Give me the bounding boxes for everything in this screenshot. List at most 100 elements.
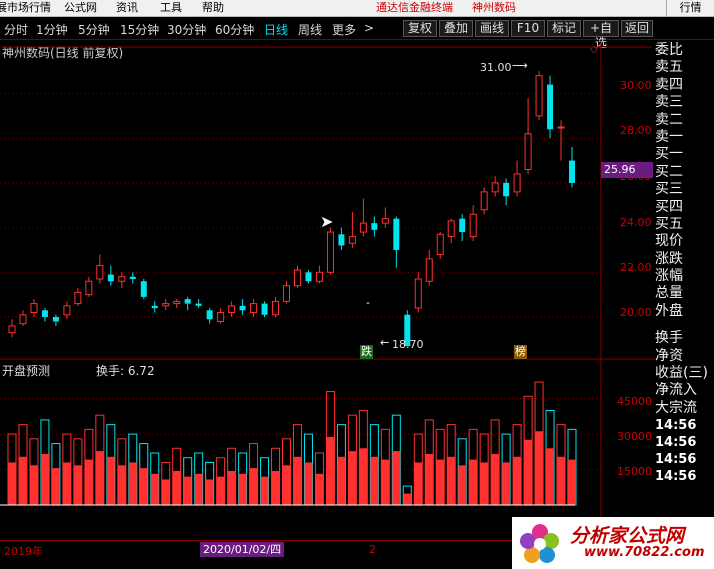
candle-body[interactable] [250,303,258,314]
volume-bar[interactable] [304,462,313,505]
candle-body[interactable] [96,265,104,280]
side-item-volume[interactable]: 总量 [655,285,714,302]
period-daily[interactable]: 日线 [264,21,288,38]
side-item-price[interactable]: 现价 [655,233,714,250]
candle-body[interactable] [195,303,202,306]
volume-bar[interactable] [535,431,544,505]
add-watchlist-button[interactable]: +自选 [583,20,619,50]
volume-bar[interactable] [425,453,434,505]
candle-body[interactable] [239,305,246,311]
volume-bar[interactable] [458,465,467,505]
candle-body[interactable] [425,258,433,282]
candle-body[interactable] [272,300,280,316]
menu-help[interactable]: 帮助 [202,1,224,15]
candle-body[interactable] [469,213,477,238]
volume-bar[interactable] [172,470,181,505]
candle-body[interactable] [381,218,389,224]
volume-bar[interactable] [51,468,60,505]
period-timeshare[interactable]: 分时 [4,21,28,38]
side-item-ask4[interactable]: 卖四 [655,77,714,94]
volume-bar[interactable] [513,456,522,505]
candle-body[interactable] [436,233,444,255]
volume-bar[interactable] [271,470,280,505]
drop-marker[interactable]: 跌 [360,345,373,359]
volume-bar[interactable] [337,456,346,505]
candle-body[interactable] [459,218,466,233]
quote-button[interactable]: 行情 [666,0,714,17]
side-item-bid3[interactable]: 买三 [655,181,714,198]
candle-body[interactable] [480,191,488,211]
volume-bar[interactable] [40,453,49,505]
f10-button[interactable]: F10 [511,20,545,37]
candle-body[interactable] [151,305,158,309]
menu-news[interactable]: 资讯 [116,1,138,15]
candle-body[interactable] [8,325,16,334]
side-item-netinflow[interactable]: 净流入 [655,382,714,399]
volume-bar[interactable] [524,439,533,505]
volume-bar[interactable] [18,456,27,505]
volume-bar[interactable] [139,468,148,505]
volume-bar[interactable] [205,479,214,505]
period-next-icon[interactable]: > [364,21,374,35]
candle-body[interactable] [338,234,345,246]
candle-body[interactable] [305,272,312,282]
volume-bar[interactable] [238,473,247,505]
candle-body[interactable] [315,271,323,282]
volume-bar[interactable] [84,459,93,505]
candle-body[interactable] [41,310,48,318]
candle-body[interactable] [293,269,301,287]
draw-button[interactable]: 画线 [475,20,509,37]
candle-body[interactable] [206,310,213,320]
volume-bar[interactable] [370,456,379,505]
volume-bar[interactable] [73,465,82,505]
candle-body[interactable] [118,276,126,282]
rank-marker[interactable]: 榜 [514,345,527,359]
candle-body[interactable] [52,317,59,322]
side-item-bid4[interactable]: 买四 [655,199,714,216]
volume-bar[interactable] [194,473,203,505]
candle-body[interactable] [414,278,422,309]
menu-tools[interactable]: 工具 [160,1,182,15]
volume-bar[interactable] [249,468,258,505]
volume-bar[interactable] [282,465,291,505]
volume-bar[interactable] [95,451,104,505]
period-more[interactable]: 更多 [332,21,356,38]
volume-bar[interactable] [8,462,16,505]
candle-body[interactable] [348,236,356,244]
volume-bar[interactable] [62,462,71,505]
side-item-ratio[interactable]: 委比 [655,42,714,59]
period-5min[interactable]: 5分钟 [78,21,110,38]
volume-bar[interactable] [414,462,423,505]
menu-formula[interactable]: 公式网 [64,1,97,15]
candle-body[interactable] [217,312,225,322]
volume-bar[interactable] [447,456,456,505]
side-item-ask3[interactable]: 卖三 [655,94,714,111]
candle-body[interactable] [228,305,236,314]
candle-body[interactable] [503,182,510,197]
overlay-button[interactable]: 叠加 [439,20,473,37]
candle-body[interactable] [491,182,499,193]
volume-bar[interactable] [326,436,335,505]
volume-bar[interactable] [557,456,566,505]
candle-body[interactable] [140,281,147,297]
side-item-netasset[interactable]: 净资 [655,348,714,365]
candle-body[interactable] [326,231,334,273]
volume-bar[interactable] [150,473,159,505]
candle-body[interactable] [513,173,521,193]
volume-bar[interactable] [293,456,302,505]
candle-body[interactable] [524,133,532,171]
volume-bar[interactable] [29,465,38,505]
volume-bar[interactable] [216,476,225,505]
candle-body[interactable] [129,276,136,280]
back-button[interactable]: 返回 [621,20,653,37]
volume-bar[interactable] [436,459,445,505]
volume-bar[interactable] [315,473,324,505]
candle-body[interactable] [371,223,378,230]
volume-bar[interactable] [117,465,126,505]
mark-button[interactable]: 标记 [547,20,581,37]
volume-bar[interactable] [546,448,555,505]
volume-bar[interactable] [392,451,401,505]
side-item-bid1[interactable]: 买一 [655,146,714,163]
period-30min[interactable]: 30分钟 [167,21,206,38]
side-item-ask5[interactable]: 卖五 [655,59,714,76]
